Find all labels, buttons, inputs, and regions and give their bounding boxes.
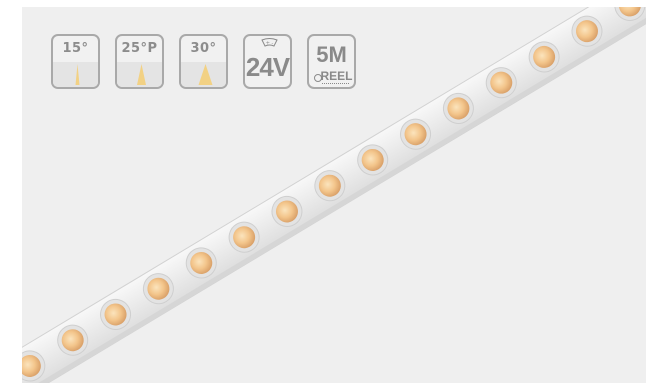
svg-text:+ -: + - — [266, 41, 274, 47]
reel-label: REEL — [320, 69, 353, 83]
product-image: 15° 25°P 30° + - 24V 5M REEL — [22, 7, 646, 383]
beam-15-label: 15° — [62, 41, 89, 56]
reel-length-label: 5M — [316, 42, 347, 67]
voltage-label: 24V — [245, 52, 290, 82]
beam-30-icon — [198, 64, 213, 85]
beam-25-badge: 25°P — [115, 34, 164, 89]
beam-15-icon — [75, 64, 80, 85]
beam-30-label: 30° — [190, 41, 217, 56]
beam-15-badge: 15° — [51, 34, 100, 89]
beam-25-icon — [137, 64, 146, 85]
voltage-badge: + - 24V — [243, 34, 292, 89]
voltage-icon: + - — [261, 38, 278, 47]
beam-30-badge: 30° — [179, 34, 228, 89]
reel-badge: 5M REEL — [307, 34, 356, 89]
beam-25-label: 25°P — [121, 41, 158, 56]
